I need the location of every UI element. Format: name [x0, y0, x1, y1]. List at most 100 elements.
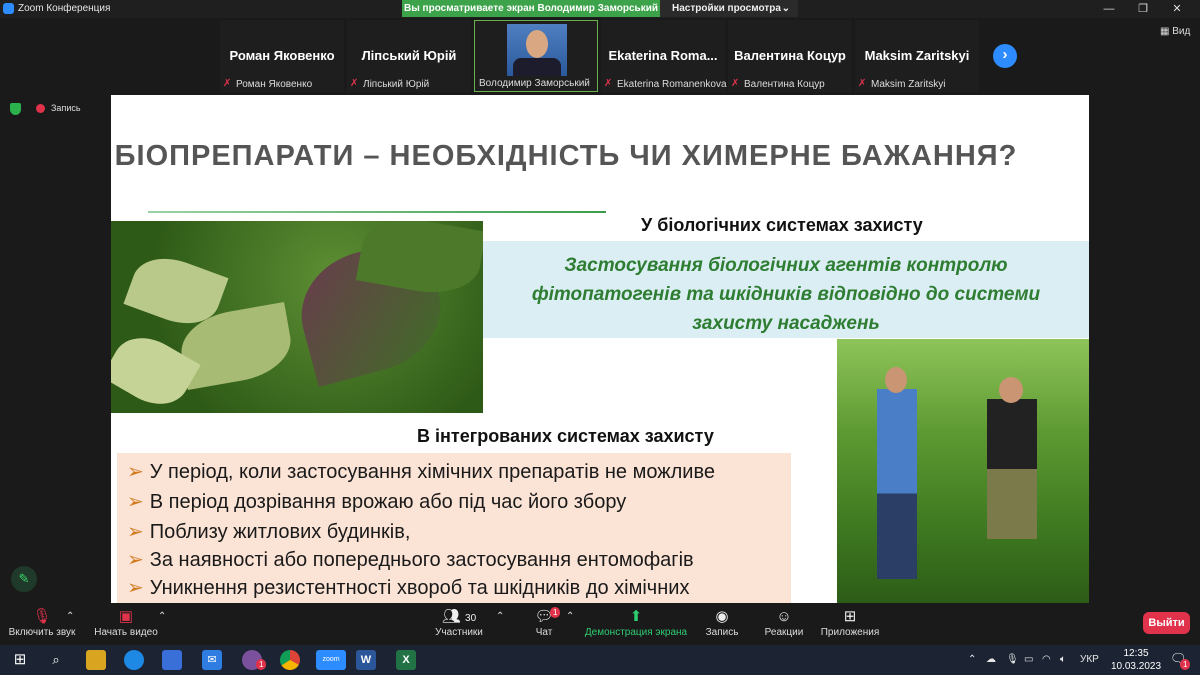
participant-tile[interactable]: Валентина Коцур ✗ Валентина Коцур	[728, 20, 852, 92]
muted-mic-icon: ✗	[604, 78, 613, 89]
bullet-item: ➢ За наявності або попереднього застосува…	[127, 549, 694, 571]
apps-button[interactable]: ⊞ Приложения	[820, 607, 880, 638]
slide-title: БІОПРЕПАРАТИ – НЕОБХІДНІСТЬ ЧИ ХИМЕРНЕ Б…	[114, 140, 1018, 172]
windows-start-icon[interactable]: ⊞	[10, 650, 30, 670]
participant-display-name: Maksim Zaritskyi	[864, 48, 970, 63]
search-icon[interactable]: ⌕	[46, 650, 66, 670]
field-workers-photo	[837, 339, 1089, 603]
title-bar: Zoom Конференция Вы просматриваете экран…	[0, 0, 1200, 18]
chevron-up-icon[interactable]: ⌃	[566, 611, 574, 622]
language-indicator[interactable]: УКР	[1080, 654, 1099, 665]
battery-icon[interactable]: ▭	[1024, 654, 1033, 665]
wifi-icon[interactable]: ◠	[1042, 654, 1051, 665]
chat-button[interactable]: 💬︎ 1 Чат	[528, 607, 561, 638]
bullet-item: ➢ Уникнення резистентності хвороб та шкід…	[127, 577, 690, 599]
bio-text-line: фітопатогенів та шкідників відповідно до…	[531, 284, 1041, 305]
annotate-pencil-icon[interactable]: ✎	[11, 566, 37, 592]
participant-display-name: Ліпський Юрій	[361, 48, 457, 63]
mail-icon[interactable]: ✉	[202, 650, 222, 670]
bio-text-line: захисту насаджень	[692, 313, 880, 334]
store-icon[interactable]	[162, 650, 182, 670]
people-icon: 👥︎ 30	[441, 608, 477, 625]
volume-icon[interactable]: 🔈︎	[1060, 654, 1066, 665]
participant-tile-active-speaker[interactable]: Володимир Заморський	[474, 20, 598, 92]
participant-tile[interactable]: Роман Яковенко ✗ Роман Яковенко	[220, 20, 344, 92]
chevron-up-icon[interactable]: ⌃	[66, 611, 74, 622]
microphone-icon[interactable]: 🎙︎	[1006, 654, 1019, 665]
bullet-item: ➢ Поблизу житлових будинків,	[127, 521, 411, 543]
participant-name-label: Ekaterina Romanenkova	[617, 79, 727, 90]
reactions-button[interactable]: ☺ Реакции	[764, 607, 804, 638]
viber-badge: 1	[256, 659, 267, 670]
shared-screen-slide: БІОПРЕПАРАТИ – НЕОБХІДНІСТЬ ЧИ ХИМЕРНЕ Б…	[111, 95, 1089, 603]
notification-badge: 1	[1180, 659, 1191, 670]
zoom-logo-icon	[3, 3, 14, 14]
excel-icon[interactable]: X	[396, 650, 416, 670]
participant-display-name: Валентина Коцур	[734, 48, 846, 63]
muted-mic-icon: ✗	[350, 78, 359, 89]
record-icon: ◉	[715, 608, 729, 625]
window-title: Zoom Конференция	[18, 3, 111, 14]
participant-name-label: Володимир Заморський	[479, 78, 590, 89]
participant-name-label: Ліпський Юрій	[363, 79, 430, 90]
participant-video	[507, 24, 567, 76]
bullet-item: ➢ В період дозрівання врожаю або під час …	[127, 491, 627, 513]
participant-name-label: Валентина Коцур	[744, 79, 825, 90]
next-participants-button[interactable]: ›	[993, 44, 1017, 68]
participant-tile[interactable]: Ліпський Юрій ✗ Ліпський Юрій	[347, 20, 471, 92]
muted-mic-icon: ✗	[858, 78, 867, 89]
share-screen-icon: ⬆	[629, 608, 643, 625]
participant-name-label: Роман Яковенко	[236, 79, 313, 90]
integrated-systems-heading: В інтегрованих системах захисту	[417, 426, 714, 446]
participant-display-name: Роман Яковенко	[229, 48, 335, 63]
bio-systems-heading: У біологічних системах захисту	[641, 215, 923, 235]
participants-button[interactable]: 👥︎ 30 Участники	[432, 607, 486, 638]
participant-tile[interactable]: Maksim Zaritskyi ✗ Maksim Zaritskyi	[855, 20, 979, 92]
chevron-up-icon[interactable]: ⌃	[496, 611, 504, 622]
screen-share-banner: Вы просматриваете экран Володимир Заморс…	[402, 0, 660, 17]
chevron-down-icon: ⌄	[781, 3, 790, 14]
smiley-icon: ☺	[776, 608, 792, 625]
raspberry-plant-photo	[111, 221, 483, 413]
file-explorer-icon[interactable]	[86, 650, 106, 670]
title-underline	[148, 211, 606, 213]
chrome-icon[interactable]	[280, 650, 300, 670]
word-icon[interactable]: W	[356, 650, 376, 670]
view-settings-label: Настройки просмотра	[672, 3, 781, 14]
view-button-label: Вид	[1172, 26, 1191, 37]
bio-definition-box: Застосування біологічних агентів контрол…	[483, 241, 1089, 338]
participant-name-label: Maksim Zaritskyi	[871, 79, 946, 90]
taskbar-clock[interactable]: 12:35 10.03.2023	[1108, 647, 1164, 673]
tray-chevron-icon[interactable]: ⌃	[968, 654, 976, 665]
recording-icon	[36, 104, 45, 113]
view-button[interactable]: ▦ Вид	[1160, 26, 1190, 37]
chevron-up-icon[interactable]: ⌃	[158, 611, 166, 622]
bullet-item: ➢ У період, коли застосування хімічних пр…	[127, 461, 715, 483]
share-screen-button[interactable]: ⬆ Демонстрация экрана	[584, 607, 688, 638]
close-window-button[interactable]: ✕	[1160, 0, 1194, 18]
cloud-icon[interactable]: ☁	[986, 654, 996, 665]
participant-tile[interactable]: Ekaterina Roma... ✗ Ekaterina Romanenkov…	[601, 20, 727, 92]
clock-date: 10.03.2023	[1110, 661, 1162, 672]
edge-browser-icon[interactable]	[124, 650, 144, 670]
recording-label: Запись	[51, 103, 81, 113]
clock-time: 12:35	[1123, 648, 1149, 659]
bio-text-line: Застосування біологічних агентів контрол…	[564, 255, 1008, 276]
leave-meeting-button[interactable]: Выйти	[1143, 612, 1190, 634]
muted-mic-icon: ✗	[731, 78, 740, 89]
zoom-taskbar-icon[interactable]: zoom	[316, 650, 346, 670]
record-button[interactable]: ◉ Запись	[704, 607, 740, 638]
maximize-button[interactable]: ❐	[1126, 0, 1160, 18]
participant-strip: Роман Яковенко ✗ Роман Яковенко Ліпський…	[220, 20, 990, 92]
shield-icon[interactable]	[10, 103, 21, 115]
windows-taskbar: ⊞ ⌕ ✉ 1 zoom W X ⌃ ☁ 🎙︎ ▭ ◠ 🔈︎ УКР 12:35…	[0, 645, 1200, 675]
integrated-bullets-box: ➢ У період, коли застосування хімічних пр…	[117, 453, 791, 603]
participant-display-name: Ekaterina Roma...	[608, 48, 718, 63]
start-video-button[interactable]: ▣ Начать видео	[94, 607, 158, 638]
minimize-button[interactable]: —	[1092, 0, 1126, 18]
view-settings-button[interactable]: Настройки просмотра ⌄	[660, 0, 798, 17]
apps-icon: ⊞	[843, 608, 857, 625]
muted-mic-icon: ✗	[223, 78, 232, 89]
video-off-icon: ▣	[118, 608, 134, 625]
meeting-toolbar: 🎙︎ Включить звук ⌃ ▣ Начать видео ⌃ 👥︎ 3…	[0, 603, 1200, 645]
